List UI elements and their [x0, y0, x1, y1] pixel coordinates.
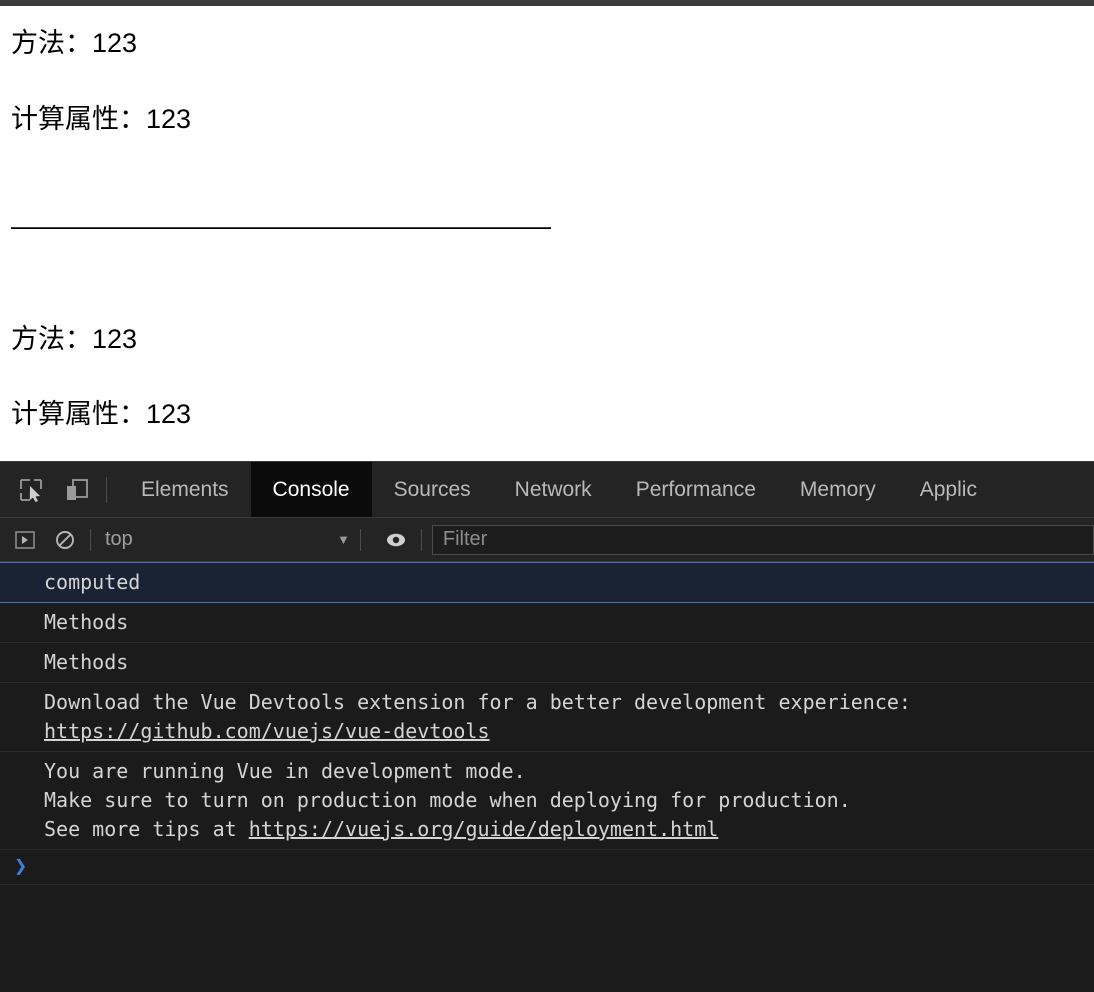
tab-console[interactable]: Console [250, 462, 372, 517]
tab-memory[interactable]: Memory [778, 462, 898, 517]
clear-console-icon[interactable] [50, 525, 80, 555]
console-context-selector[interactable]: top [101, 528, 331, 551]
vue-devtools-hint-text: Download the Vue Devtools extension for … [44, 690, 911, 714]
console-context-value: top [105, 528, 133, 550]
console-message-row[interactable]: computed [0, 562, 1094, 603]
console-message-row[interactable]: Download the Vue Devtools extension for … [0, 683, 1094, 752]
output-line-computed-2: 计算属性：123 [11, 399, 192, 429]
console-toolbar-divider-2 [359, 528, 361, 551]
console-toolbar: top ▼ Filter [0, 518, 1094, 562]
devtools-panel: Elements Console Sources Network Perform… [0, 461, 1094, 992]
tab-application[interactable]: Applic [898, 462, 999, 517]
output-line-method-1: 方法：123 [11, 28, 138, 58]
sidebar-toggle-icon[interactable] [10, 525, 40, 555]
chevron-down-icon[interactable]: ▼ [337, 532, 350, 547]
dashed-separator: ———————————————————— [11, 211, 551, 241]
tab-sources[interactable]: Sources [372, 462, 493, 517]
eye-icon[interactable] [381, 525, 411, 555]
console-message-row[interactable]: You are running Vue in development mode.… [0, 752, 1094, 850]
output-line-computed-1: 计算属性：123 [11, 104, 192, 134]
toolbar-divider [106, 476, 107, 503]
vue-devtools-link[interactable]: https://github.com/vuejs/vue-devtools [44, 719, 490, 743]
tab-performance[interactable]: Performance [614, 462, 778, 517]
tab-network[interactable]: Network [493, 462, 614, 517]
console-toolbar-divider-1 [90, 528, 91, 551]
console-message-list[interactable]: computed Methods Methods Download the Vu… [0, 562, 1094, 992]
vue-deployment-guide-link[interactable]: https://vuejs.org/guide/deployment.html [249, 817, 719, 841]
filter-input[interactable]: Filter [431, 524, 1094, 555]
devtools-tabbar: Elements Console Sources Network Perform… [0, 462, 1094, 518]
console-input-row[interactable]: ❯ [0, 850, 1094, 885]
inspect-element-icon[interactable] [14, 473, 48, 507]
web-page-content: 方法：123 计算属性：123 ———————————————————— 方法：… [0, 6, 1094, 461]
output-line-method-2: 方法：123 [11, 324, 138, 354]
console-message-row[interactable]: Methods [0, 643, 1094, 683]
filter-placeholder: Filter [442, 528, 488, 550]
console-message-row[interactable]: Methods [0, 603, 1094, 643]
device-toolbar-icon[interactable] [60, 473, 94, 507]
tab-elements[interactable]: Elements [119, 462, 251, 517]
prompt-chevron-icon: ❯ [14, 854, 28, 879]
console-toolbar-divider-3 [420, 528, 422, 551]
